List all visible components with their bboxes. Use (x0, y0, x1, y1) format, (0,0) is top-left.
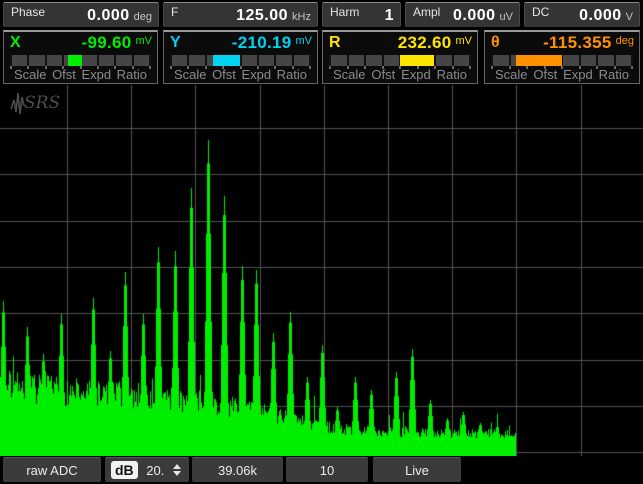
amplitude-label: Ampl (413, 5, 441, 19)
srs-logo-waveform (10, 92, 25, 115)
channel-y-meter-bar (212, 55, 241, 66)
dc-offset-unit: V (625, 11, 633, 23)
db-spinner[interactable] (173, 464, 181, 476)
dc-offset-label: DC (532, 5, 550, 19)
channel-r-ofst-button[interactable]: Ofst (371, 67, 395, 82)
dc-offset-value: 0.000 (579, 7, 622, 24)
harmonic-value: 1 (384, 7, 394, 24)
channel-r-expd-button[interactable]: Expd (401, 67, 431, 82)
channel-r-ratio-button[interactable]: Ratio (437, 67, 467, 82)
amplitude-panel[interactable]: Ampl 0.000 uV (405, 2, 520, 27)
db-value: 20. (146, 462, 165, 478)
channel-theta-scale-button[interactable]: Scale (495, 67, 528, 82)
channel-y-meter (170, 55, 311, 69)
channel-r-scale-button[interactable]: Scale (333, 67, 366, 82)
channel-y-panel: Y -210.19 mV Scale Ofst Expd Ratio (163, 30, 318, 84)
harmonic-panel[interactable]: Harm 1 (322, 2, 401, 27)
phase-value: 0.000 (87, 7, 130, 24)
spinner-down-icon[interactable] (173, 471, 181, 476)
average-button[interactable]: 10 (286, 457, 368, 482)
channel-theta-panel: θ -115.355 deg Scale Ofst Expd Ratio (484, 30, 640, 84)
spinner-up-icon[interactable] (173, 464, 181, 469)
dc-offset-panel[interactable]: DC 0.000 V (524, 2, 640, 27)
amplitude-value: 0.000 (452, 7, 496, 24)
spectrum-plot-area[interactable]: SRS (0, 85, 643, 456)
span-button[interactable]: 39.06k (192, 457, 283, 482)
channel-theta-meter (491, 55, 633, 69)
channel-x-expd-button[interactable]: Expd (81, 67, 111, 82)
channel-x-meter-bar (67, 55, 82, 66)
phase-unit: deg (133, 11, 152, 23)
channel-x-value: -99.60 (81, 33, 132, 52)
channel-x-ratio-button[interactable]: Ratio (117, 67, 147, 82)
channel-theta-ratio-button[interactable]: Ratio (599, 67, 629, 82)
frequency-value: 125.00 (236, 7, 289, 24)
channel-r-meter (329, 55, 471, 69)
spectrum-canvas[interactable] (0, 85, 643, 456)
srs-logo: SRS (10, 92, 60, 115)
channel-y-unit: mV (295, 35, 313, 47)
channel-theta-unit: deg (615, 35, 634, 47)
channel-y-value: -210.19 (231, 33, 292, 52)
db-chip[interactable]: dB (111, 461, 138, 479)
channel-y-scale-button[interactable]: Scale (174, 67, 207, 82)
channel-theta-value: -115.355 (543, 33, 612, 52)
channel-x-letter: X (10, 34, 21, 51)
channel-y-expd-button[interactable]: Expd (241, 67, 271, 82)
frequency-label: F (171, 5, 179, 19)
channel-y-ofst-button[interactable]: Ofst (212, 67, 236, 82)
channel-r-letter: R (329, 34, 341, 51)
channel-x-panel: X -99.60 mV Scale Ofst Expd Ratio (3, 30, 158, 84)
amplitude-unit: uV (499, 11, 513, 23)
channel-theta-letter: θ (491, 34, 500, 51)
db-scale-button[interactable]: dB 20. (105, 457, 189, 482)
live-mode-button[interactable]: Live (373, 457, 461, 482)
channel-r-value: 232.60 (397, 33, 452, 52)
channel-r-unit: mV (455, 35, 473, 47)
channel-theta-meter-bar (515, 55, 562, 66)
channel-y-letter: Y (170, 34, 181, 51)
phase-panel[interactable]: Phase 0.000 deg (3, 2, 159, 27)
channel-x-meter (10, 55, 151, 69)
channel-theta-expd-button[interactable]: Expd (563, 67, 593, 82)
bottom-bar: raw ADC dB 20. 39.06k 10 Live (0, 456, 643, 484)
harmonic-label: Harm (330, 5, 360, 19)
srs-logo-text: SRS (24, 93, 60, 113)
channel-x-unit: mV (135, 35, 153, 47)
channel-r-panel: R 232.60 mV Scale Ofst Expd Ratio (322, 30, 478, 84)
frequency-unit: kHz (292, 11, 311, 23)
channel-y-ratio-button[interactable]: Ratio (277, 67, 307, 82)
channel-r-meter-bar (400, 55, 434, 66)
frequency-panel[interactable]: F 125.00 kHz (163, 2, 318, 27)
lockin-screen: Phase 0.000 deg F 125.00 kHz Harm 1 Ampl 0… (0, 0, 643, 484)
phase-label: Phase (11, 5, 46, 19)
channel-x-scale-button[interactable]: Scale (14, 67, 47, 82)
channel-theta-ofst-button[interactable]: Ofst (533, 67, 557, 82)
source-button[interactable]: raw ADC (3, 457, 101, 482)
channel-x-ofst-button[interactable]: Ofst (52, 67, 76, 82)
